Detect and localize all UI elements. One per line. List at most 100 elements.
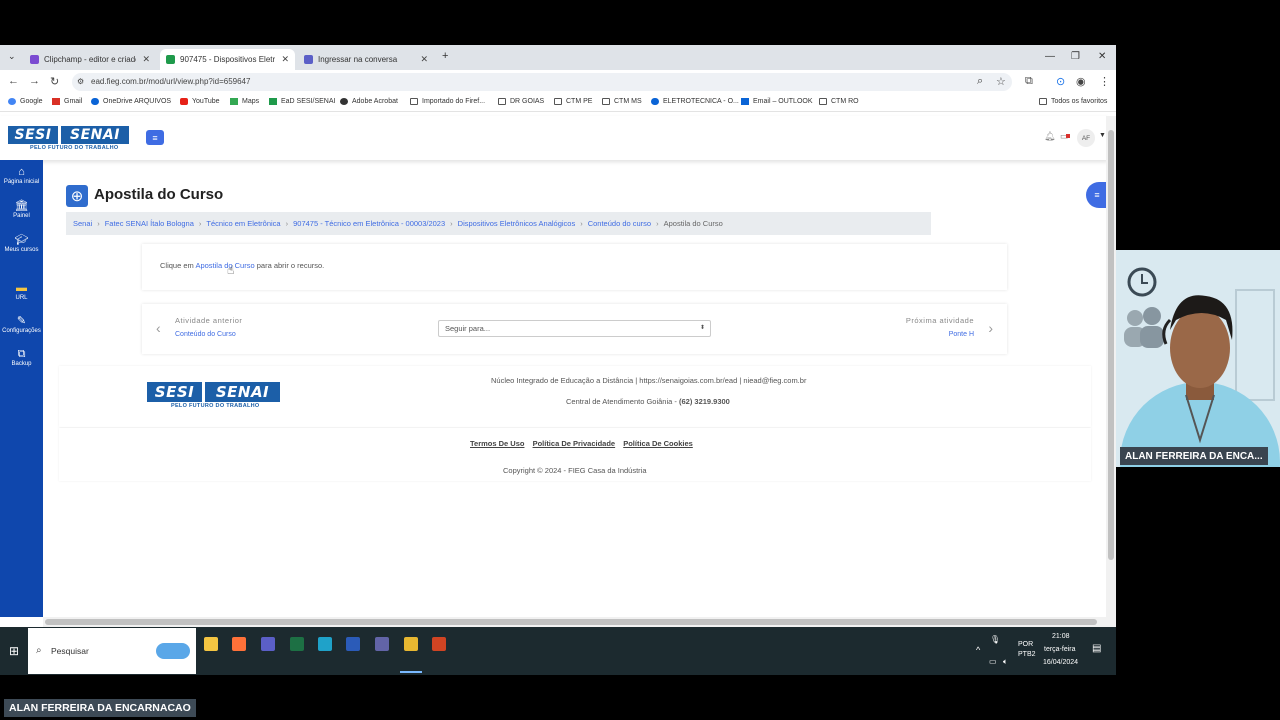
volume-icon[interactable]: 🔈︎ (1003, 657, 1008, 667)
reload-icon[interactable]: ↻ (50, 75, 59, 88)
bookmark-dr-goias[interactable]: DR GOIAS (498, 98, 544, 105)
sidebar-item-configuracoes[interactable]: ✎ Configurações (0, 315, 43, 334)
url-text[interactable]: ead.fieg.com.br/mod/url/view.php?id=6596… (91, 77, 250, 86)
prev-activity-label: Atividade anterior (175, 316, 243, 325)
sidebar-item-meus-cursos[interactable]: 🎓︎ Meus cursos (0, 234, 43, 253)
teams-icon[interactable] (261, 637, 275, 651)
download-icon[interactable]: ⊙ (1056, 75, 1065, 88)
bookmark-google[interactable]: Google (8, 98, 43, 105)
bookmark-youtube[interactable]: YouTube (180, 98, 220, 105)
tab-list-icon[interactable]: ⌄ (8, 51, 16, 62)
bookmark-ead[interactable]: EaD SESI/SENAI (269, 98, 335, 105)
chevron-right-icon: › (450, 219, 453, 228)
user-menu-caret-icon[interactable]: ▼ (1099, 132, 1106, 139)
sidebar-item-url[interactable]: ▬ URL (0, 282, 43, 301)
close-icon[interactable]: ✕ (420, 54, 428, 65)
keyboard-indicator[interactable]: PTB2 (1018, 651, 1036, 658)
breadcrumb-item[interactable]: Fatec SENAI Ítalo Bologna (105, 219, 194, 228)
tray-overflow-icon[interactable]: ^ (976, 645, 980, 655)
extensions-icon[interactable]: ⧉ (1025, 75, 1033, 88)
tab-clipchamp[interactable]: Clipchamp - editor e criador de ✕ (24, 49, 156, 70)
file-explorer-icon[interactable] (204, 637, 218, 651)
block-drawer-button[interactable]: ≡ (1086, 182, 1108, 208)
minimize-icon[interactable]: — (1045, 51, 1055, 62)
folder-icon (498, 98, 506, 105)
chrome-menu-icon[interactable]: ⋮ (1099, 75, 1110, 88)
sidebar-item-painel[interactable]: 🏛︎ Painel (0, 200, 43, 219)
next-activity-label: Próxima atividade (905, 316, 974, 325)
apostila-link[interactable]: Apostila do Curso (195, 261, 254, 270)
chevron-right-icon[interactable]: › (988, 320, 993, 336)
taskbar-search[interactable]: ⌕ Pesquisar (28, 628, 196, 674)
bookmark-onedrive[interactable]: OneDrive ARQUIVOS (91, 98, 171, 105)
bookmark-label: CTM RO (831, 98, 859, 105)
chrome-icon[interactable] (404, 637, 418, 651)
close-icon[interactable]: ✕ (281, 54, 289, 65)
bookmark-maps[interactable]: Maps (230, 98, 259, 105)
all-bookmarks[interactable]: Todos os favoritos (1039, 98, 1107, 105)
profile-icon[interactable]: ◉ (1076, 75, 1086, 88)
cookies-link[interactable]: Política De Cookies (623, 439, 693, 448)
bookmark-firefox-folder[interactable]: Importado do Firef... (410, 98, 485, 105)
tab-dispositivos[interactable]: 907475 - Dispositivos Eletrônic ✕ (160, 49, 295, 70)
bookmark-gmail[interactable]: Gmail (52, 98, 82, 105)
graduation-cap-icon: 🎓︎ (14, 234, 29, 246)
next-activity-link[interactable]: Ponte H (949, 331, 974, 338)
language-indicator[interactable]: POR (1018, 641, 1033, 648)
horizontal-scrollbar[interactable] (43, 617, 1116, 627)
windows-start-icon[interactable]: ⊞ (9, 644, 19, 658)
bookmark-outlook[interactable]: Email – OUTLOOK (741, 98, 813, 105)
forward-icon[interactable]: → (29, 75, 40, 87)
clock-time[interactable]: 21:08 (1052, 633, 1070, 640)
edge-icon[interactable] (318, 637, 332, 651)
search-highlight-icon (156, 643, 190, 659)
bookmark-label: EaD SESI/SENAI (281, 98, 336, 105)
sidebar-item-backup[interactable]: ⧉ Backup (0, 348, 43, 367)
powerpoint-icon[interactable] (432, 637, 446, 651)
bell-icon[interactable]: 🔔︎ (1044, 131, 1055, 142)
sesi-senai-logo[interactable]: SESI SENAI PELO FUTURO DO TRABALHO (8, 126, 129, 151)
prev-activity-link[interactable]: Conteúdo do Curso (175, 331, 236, 338)
excel-icon[interactable] (290, 637, 304, 651)
teams-classic-icon[interactable] (375, 637, 389, 651)
network-icon[interactable]: ▭ (989, 657, 997, 666)
word-icon[interactable] (346, 637, 360, 651)
breadcrumb-item[interactable]: Conteúdo do curso (588, 219, 651, 228)
bookmark-eletrotecnica[interactable]: ELETROTECNICA - O... (651, 98, 739, 105)
scrollbar-thumb[interactable] (45, 619, 1097, 625)
jump-to-select[interactable]: Seguir para... ⬍ (438, 320, 711, 337)
breadcrumb-item[interactable]: Senai (73, 219, 92, 228)
close-window-icon[interactable]: ✕ (1098, 51, 1106, 62)
new-tab-button[interactable]: + (442, 50, 448, 62)
close-icon[interactable]: ✕ (142, 54, 150, 65)
back-icon[interactable]: ← (8, 75, 19, 87)
notifications-icon[interactable]: ▤ (1092, 643, 1101, 654)
restore-icon[interactable]: ❐ (1071, 51, 1080, 62)
chevron-left-icon[interactable]: ‹ (156, 320, 161, 336)
privacy-link[interactable]: Política De Privacidade (533, 439, 616, 448)
sidebar-item-home[interactable]: ⌂ Página inicial (0, 166, 43, 185)
site-info-icon[interactable]: ⚙ (77, 77, 84, 86)
vertical-scrollbar[interactable] (1106, 116, 1116, 617)
terms-link[interactable]: Termos De Uso (470, 439, 524, 448)
scrollbar-thumb[interactable] (1108, 130, 1114, 560)
breadcrumb-item[interactable]: Técnico em Eletrônica (206, 219, 280, 228)
bookmark-ctm-ro[interactable]: CTM RO (819, 98, 859, 105)
bookmark-ctm-ms[interactable]: CTM MS (602, 98, 642, 105)
bookmark-ctm-pe[interactable]: CTM PE (554, 98, 592, 105)
bookmark-star-icon[interactable]: ☆ (996, 75, 1006, 88)
bookmark-acrobat[interactable]: Adobe Acrobat (340, 98, 398, 105)
search-icon: ⌕ (36, 645, 42, 656)
zoom-icon[interactable]: ⌕ (977, 75, 983, 88)
clock-date[interactable]: 16/04/2024 (1043, 659, 1078, 666)
bookmark-label: ELETROTECNICA - O... (663, 98, 739, 105)
nav-drawer-button[interactable]: ≡ (146, 130, 164, 145)
breadcrumb-item[interactable]: 907475 - Técnico em Eletrônica - 00003/2… (293, 219, 445, 228)
clock-day[interactable]: terça-feira (1044, 646, 1076, 653)
microphone-icon[interactable]: 🎙︎ (990, 635, 1000, 644)
avatar[interactable]: AF (1077, 129, 1095, 147)
intro-after: para abrir o recurso. (254, 261, 325, 270)
firefox-icon[interactable] (232, 637, 246, 651)
breadcrumb-item[interactable]: Dispositivos Eletrônicos Analógicos (458, 219, 576, 228)
tab-teams[interactable]: Ingressar na conversa ✕ (298, 49, 434, 70)
